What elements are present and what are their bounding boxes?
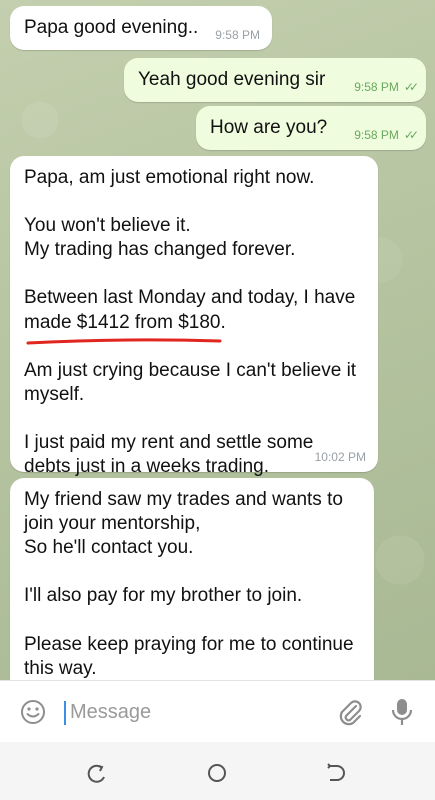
message-time: 9:58 PM — [354, 127, 399, 142]
message-text: So he'll contact you. — [24, 537, 194, 559]
message-text: myself. — [24, 383, 85, 405]
message-text: Please keep praying for me to continue — [24, 633, 354, 655]
system-navigation-bar — [0, 742, 435, 800]
message-time: 9:58 PM — [215, 27, 260, 42]
message-time: 9:58 PM — [354, 79, 399, 94]
message-composer: Message — [0, 680, 435, 742]
message-text: Am just crying because I can't believe i… — [24, 359, 357, 381]
message-text: You won't believe it. — [24, 215, 191, 237]
message-bubble-incoming[interactable]: Papa, am just emotional right now. You w… — [10, 156, 378, 477]
message-meta: 9:58 PM ✓✓ — [354, 79, 419, 95]
message-meta: 9:58 PM ✓✓ — [354, 127, 419, 143]
back-icon[interactable] — [324, 762, 346, 789]
message-meta: 10:02 PM — [315, 450, 366, 465]
message-text: My friend saw my trades and wants to — [24, 489, 343, 510]
message-text: this way. — [24, 657, 97, 679]
highlighted-text: made $1412 from $180. — [24, 311, 226, 345]
message-bubble-incoming[interactable]: Papa good evening.. 9:58 PM — [10, 6, 272, 50]
message-text: Papa, am just emotional right now. — [24, 167, 315, 188]
paperclip-icon[interactable] — [336, 697, 364, 732]
double-check-icon: ✓✓ — [403, 127, 419, 142]
chat-history[interactable]: Papa good evening.. 9:58 PM Yeah good ev… — [0, 0, 435, 680]
message-meta: 9:58 PM — [215, 28, 260, 43]
message-text: made $1412 from $180. — [24, 311, 226, 333]
home-icon[interactable] — [206, 762, 228, 789]
message-bubble-outgoing[interactable]: How are you? 9:58 PM ✓✓ — [196, 106, 426, 150]
message-text: I'll also pay for my brother to join. — [24, 585, 303, 607]
message-bubble-incoming[interactable]: My friend saw my trades and wants to joi… — [10, 478, 374, 680]
microphone-icon[interactable] — [390, 697, 414, 732]
message-text: I just paid my rent and settle some — [24, 431, 314, 453]
message-input[interactable]: Message — [70, 701, 151, 724]
recent-apps-icon[interactable] — [86, 762, 108, 789]
message-text: Between last Monday and today, I have — [24, 287, 356, 309]
message-text: debts just in a weeks trading. — [24, 456, 270, 477]
message-time: 10:02 PM — [314, 449, 366, 464]
message-line-highlighted: made $1412 from $180. — [24, 311, 364, 345]
emoji-icon[interactable] — [20, 699, 46, 730]
text-cursor — [64, 701, 66, 725]
message-bubble-outgoing[interactable]: Yeah good evening sir 9:58 PM ✓✓ — [124, 58, 426, 102]
message-text: join your mentorship, — [24, 513, 201, 535]
double-check-icon: ✓✓ — [403, 79, 419, 94]
message-text: My trading has changed forever. — [24, 239, 296, 261]
red-underline-annotation — [26, 338, 222, 345]
